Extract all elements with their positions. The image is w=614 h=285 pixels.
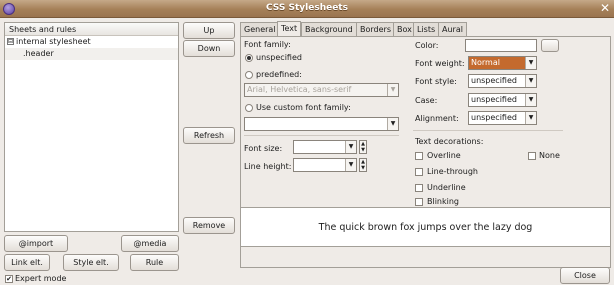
case-label: Case:: [415, 96, 438, 105]
custom-font-combo[interactable]: ▼: [244, 117, 399, 131]
custom-font-radio[interactable]: [245, 104, 253, 112]
separator: [413, 130, 563, 131]
dropdown-arrow-icon[interactable]: ▼: [525, 57, 536, 69]
alignment-select[interactable]: unspecified ▼: [468, 111, 537, 125]
tab-borders[interactable]: Borders: [356, 22, 395, 36]
case-value: unspecified: [471, 95, 517, 104]
title-bar: CSS Stylesheets ✕: [0, 0, 614, 18]
media-button[interactable]: @media: [121, 235, 179, 252]
blinking-checkbox[interactable]: [415, 198, 423, 206]
alignment-value: unspecified: [471, 113, 517, 122]
tree-node-internal-stylesheet[interactable]: ⊟ internal stylesheet: [5, 36, 178, 48]
close-icon[interactable]: ✕: [600, 2, 610, 14]
none-label: None: [539, 151, 560, 160]
color-picker-button[interactable]: [541, 39, 559, 52]
refresh-button[interactable]: Refresh: [183, 127, 235, 144]
tab-aural[interactable]: Aural: [438, 22, 467, 36]
dropdown-arrow-icon[interactable]: ▼: [387, 84, 398, 96]
tree-node-label: internal stylesheet: [16, 37, 91, 46]
unspecified-radio-label: unspecified: [256, 53, 302, 62]
custom-font-radio-label: Use custom font family:: [256, 103, 351, 112]
predefined-radio-label: predefined:: [256, 70, 302, 79]
line-height-spin-icon[interactable]: ▲ ▼: [359, 158, 367, 172]
line-height-label: Line height:: [244, 162, 292, 171]
text-tab-page: Font family: unspecified predefined: Ari…: [240, 36, 611, 268]
window-title: CSS Stylesheets: [266, 3, 348, 13]
tree-node-header-rule[interactable]: .header: [5, 48, 178, 60]
line-height-combo[interactable]: ▼: [293, 158, 357, 172]
blinking-label: Blinking: [427, 197, 460, 206]
import-button[interactable]: @import: [4, 235, 68, 252]
font-weight-label: Font weight:: [415, 59, 465, 68]
remove-button[interactable]: Remove: [183, 217, 235, 234]
tab-general[interactable]: General: [240, 22, 280, 36]
font-style-select[interactable]: unspecified ▼: [468, 74, 537, 88]
dropdown-arrow-icon[interactable]: ▼: [345, 159, 356, 171]
rules-tree[interactable]: Sheets and rules ⊟ internal stylesheet .h…: [4, 22, 179, 232]
dropdown-arrow-icon[interactable]: ▼: [525, 112, 536, 124]
close-button[interactable]: Close: [560, 267, 610, 284]
link-element-button[interactable]: Link elt.: [4, 254, 50, 271]
underline-label: Underline: [427, 183, 466, 192]
font-family-label: Font family:: [244, 40, 291, 49]
none-checkbox[interactable]: [528, 152, 536, 160]
font-style-label: Font style:: [415, 77, 457, 86]
predefined-font-value: Arial, Helvetica, sans-serif: [247, 85, 352, 94]
rule-button[interactable]: Rule: [130, 254, 179, 271]
up-button[interactable]: Up: [183, 22, 235, 39]
predefined-font-select[interactable]: Arial, Helvetica, sans-serif ▼: [244, 83, 399, 97]
font-size-label: Font size:: [244, 144, 283, 153]
expert-mode-checkbox[interactable]: ✔: [5, 275, 13, 283]
overline-checkbox[interactable]: [415, 152, 423, 160]
font-size-spin-icon[interactable]: ▲ ▼: [359, 140, 367, 154]
tab-background[interactable]: Background: [301, 22, 357, 36]
dropdown-arrow-icon[interactable]: ▼: [525, 94, 536, 106]
predefined-radio[interactable]: [245, 71, 253, 79]
tab-lists[interactable]: Lists: [413, 22, 440, 36]
unspecified-radio[interactable]: [245, 54, 253, 62]
color-field[interactable]: [465, 39, 537, 52]
tree-node-label: .header: [23, 49, 54, 58]
font-size-combo[interactable]: ▼: [293, 140, 357, 154]
dropdown-arrow-icon[interactable]: ▼: [525, 75, 536, 87]
case-select[interactable]: unspecified ▼: [468, 93, 537, 107]
tab-text[interactable]: Text: [277, 21, 302, 36]
down-button[interactable]: Down: [183, 40, 235, 57]
font-style-value: unspecified: [471, 76, 517, 85]
style-element-button[interactable]: Style elt.: [63, 254, 119, 271]
color-label: Color:: [415, 41, 439, 50]
collapse-icon[interactable]: ⊟: [7, 38, 14, 45]
line-through-label: Line-through: [427, 167, 478, 176]
text-decorations-label: Text decorations:: [415, 137, 484, 146]
alignment-label: Alignment:: [415, 114, 459, 123]
preview-pane: The quick brown fox jumps over the lazy …: [241, 207, 610, 247]
dropdown-arrow-icon[interactable]: ▼: [387, 118, 398, 130]
line-through-checkbox[interactable]: [415, 168, 423, 176]
font-weight-value: Normal: [471, 58, 500, 67]
tree-header: Sheets and rules: [5, 23, 178, 36]
separator: [244, 135, 399, 136]
expert-mode-label: Expert mode: [15, 274, 67, 283]
underline-checkbox[interactable]: [415, 184, 423, 192]
font-weight-select[interactable]: Normal ▼: [468, 56, 537, 70]
dropdown-arrow-icon[interactable]: ▼: [345, 141, 356, 153]
overline-label: Overline: [427, 151, 461, 160]
